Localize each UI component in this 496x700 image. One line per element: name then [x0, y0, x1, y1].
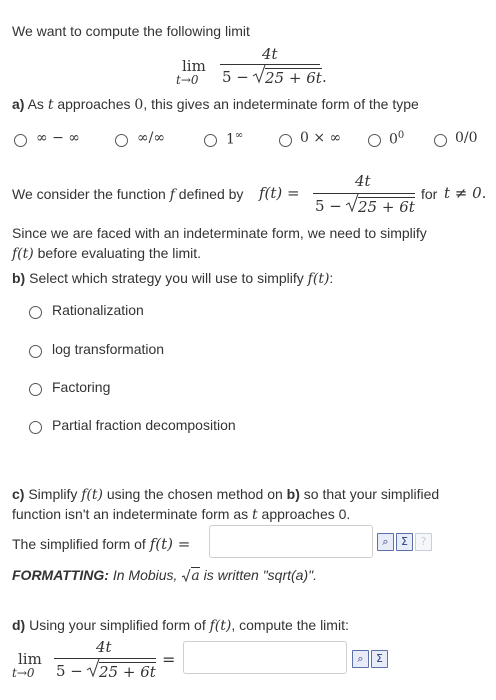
- define-text: We consider the function f defined by: [12, 186, 244, 203]
- limit-d-den-a: 5 −: [56, 662, 83, 680]
- sqrt-icon: [252, 64, 266, 87]
- limit-numerator: 4t: [262, 45, 278, 63]
- sqrt-icon: [86, 658, 100, 681]
- preview-icon[interactable]: ⌕: [352, 650, 369, 668]
- part-a-question: a) As t approaches 0, this gives an inde…: [12, 96, 419, 113]
- option-zero-over-zero-radio[interactable]: [434, 134, 447, 147]
- intro-text: We want to compute the following limit: [12, 23, 250, 39]
- preview-icon[interactable]: ⌕: [377, 533, 394, 551]
- option-zero-times-inf[interactable]: 0 × ∞: [300, 130, 341, 146]
- option-factoring[interactable]: Factoring: [52, 379, 110, 395]
- define-den-a: 5 −: [315, 197, 342, 215]
- help-icon[interactable]: ?: [415, 533, 432, 551]
- part-b-question: b) Select which strategy you will use to…: [12, 270, 334, 287]
- option-inf-minus-inf[interactable]: ∞ − ∞: [36, 130, 80, 146]
- simplified-form-input[interactable]: [209, 525, 373, 558]
- option-log-transformation-radio[interactable]: [29, 345, 42, 358]
- since-line-2: f(t) before evaluating the limit.: [12, 245, 202, 262]
- option-one-to-inf[interactable]: 1∞: [226, 130, 243, 148]
- option-zero-to-zero-radio[interactable]: [368, 134, 381, 147]
- equation-editor-icon[interactable]: Σ: [396, 533, 413, 551]
- define-ft: f(t) =: [259, 184, 300, 202]
- limit-period: .: [322, 68, 327, 86]
- part-c-question-line-2: function isn't an indeterminate form as …: [12, 506, 351, 523]
- option-zero-to-zero[interactable]: 00: [389, 130, 404, 148]
- limit-d-sub: t→0: [12, 666, 35, 680]
- since-line-1: Since we are faced with an indeterminate…: [12, 225, 427, 241]
- option-inf-over-inf[interactable]: ∞/∞: [137, 130, 165, 146]
- define-fraction-bar: [313, 193, 415, 194]
- part-d-question: d) Using your simplified form of f(t), c…: [12, 617, 349, 634]
- limit-d-numerator: 4t: [96, 638, 112, 656]
- limit-d-den-b: 25 + 6t: [99, 662, 156, 681]
- part-c-question-line-1: c) Simplify f(t) using the chosen method…: [12, 486, 440, 503]
- limit-d-fraction-bar: [54, 658, 156, 659]
- limit-den-b: 25 + 6t: [265, 68, 322, 87]
- option-inf-minus-inf-radio[interactable]: [14, 134, 27, 147]
- define-cond: t ≠ 0.: [444, 184, 487, 202]
- sqrt-icon: [345, 193, 359, 216]
- define-for: for: [421, 186, 438, 202]
- formatting-note: FORMATTING: In Mobius, a is written "sqr…: [12, 567, 317, 584]
- define-numerator: 4t: [355, 172, 371, 190]
- equation-editor-icon[interactable]: Σ: [371, 650, 388, 668]
- option-partial-fraction[interactable]: Partial fraction decomposition: [52, 417, 236, 433]
- option-rationalization[interactable]: Rationalization: [52, 302, 144, 318]
- option-factoring-radio[interactable]: [29, 383, 42, 396]
- limit-sub: t→0: [176, 73, 199, 87]
- limit-answer-input[interactable]: [183, 641, 347, 674]
- option-one-to-inf-radio[interactable]: [204, 134, 217, 147]
- sqrt-icon: [181, 567, 191, 583]
- limit-den-a: 5 −: [222, 68, 249, 86]
- limit-fraction-bar: [220, 64, 320, 65]
- option-zero-over-zero[interactable]: 0/0: [455, 130, 478, 146]
- define-den-b: 25 + 6t: [358, 197, 415, 216]
- limit-d-equals: =: [162, 650, 176, 669]
- option-zero-times-inf-radio[interactable]: [279, 134, 292, 147]
- simplified-label: The simplified form of f(t) =: [12, 535, 191, 553]
- option-partial-fraction-radio[interactable]: [29, 421, 42, 434]
- option-inf-over-inf-radio[interactable]: [115, 134, 128, 147]
- option-log-transformation[interactable]: log transformation: [52, 341, 164, 357]
- option-rationalization-radio[interactable]: [29, 306, 42, 319]
